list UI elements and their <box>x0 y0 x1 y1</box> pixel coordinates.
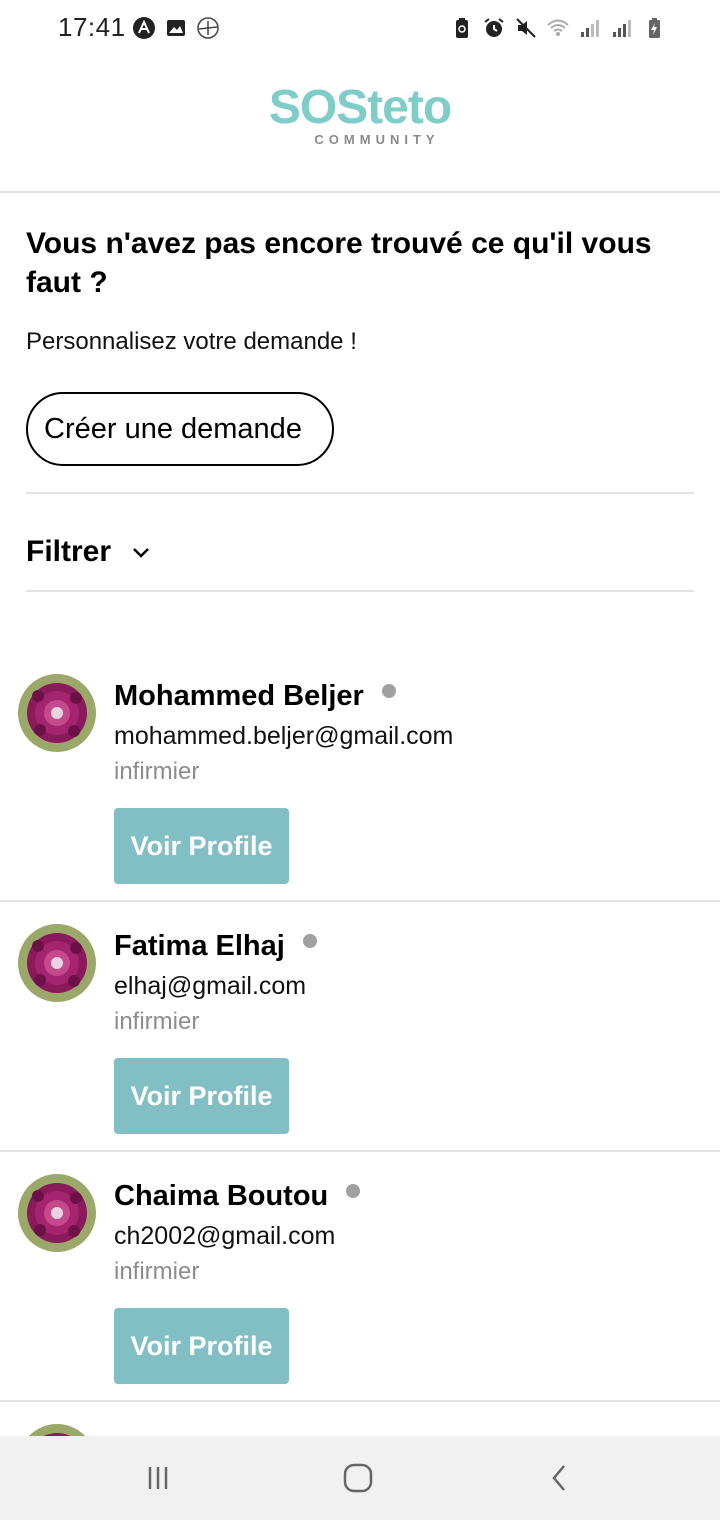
user-name: Mohammed Beljer <box>114 680 364 712</box>
user-role: infirmier <box>114 1008 200 1035</box>
app-a-icon <box>133 17 155 39</box>
chevron-down-icon <box>133 548 149 558</box>
avatar[interactable] <box>18 674 96 752</box>
user-card: Chaima Boutou ch2002@gmail.com infirmier… <box>0 1152 720 1402</box>
gallery-icon <box>167 20 185 36</box>
alarm-icon <box>484 18 504 37</box>
presence-dot <box>302 934 317 948</box>
user-name: Fatima Elhaj <box>114 930 285 962</box>
avatar[interactable] <box>18 924 96 1002</box>
user-list: Mohammed Beljer mohammed.beljer@gmail.co… <box>0 652 720 1442</box>
user-email: ch2002@gmail.com <box>114 1222 336 1250</box>
battery-saver-icon <box>456 18 468 38</box>
request-section: Vous n'avez pas encore trouvé ce qu'il v… <box>26 224 694 466</box>
create-request-button[interactable]: Créer une demande <box>26 392 334 466</box>
flower-avatar-image <box>18 924 96 1002</box>
user-email: mohammed.beljer@gmail.com <box>114 722 454 750</box>
filter-toggle[interactable]: Filtrer <box>26 530 153 574</box>
logo-sub-text: COMMUNITY <box>314 132 440 147</box>
aircraft-icon <box>197 17 219 39</box>
user-role: infirmier <box>114 1258 200 1285</box>
divider <box>26 492 694 494</box>
view-profile-button[interactable]: Voir Profile <box>114 1058 289 1134</box>
presence-dot <box>346 1184 361 1198</box>
battery-charging-icon <box>649 18 660 38</box>
presence-dot <box>381 684 396 698</box>
logo-main-text: SOSteto <box>268 81 452 134</box>
user-email: elhaj@gmail.com <box>114 972 307 1000</box>
divider <box>26 590 694 592</box>
home-icon[interactable] <box>336 1458 380 1498</box>
system-nav-bar <box>0 1436 720 1520</box>
user-card: Mohammed Beljer mohammed.beljer@gmail.co… <box>0 652 720 902</box>
request-title: Vous n'avez pas encore trouvé ce qu'il v… <box>26 227 652 299</box>
recent-apps-icon[interactable] <box>136 1458 180 1498</box>
view-profile-button[interactable]: Voir Profile <box>114 1308 289 1384</box>
filter-label: Filtrer <box>26 535 112 568</box>
back-icon[interactable] <box>538 1458 582 1498</box>
user-role: infirmier <box>114 758 200 785</box>
request-subtitle: Personnalisez votre demande ! <box>26 328 357 355</box>
user-name: Chaima Boutou <box>114 1180 329 1212</box>
signal-icon <box>581 20 599 37</box>
app-header: SOSteto COMMUNITY <box>0 56 720 193</box>
status-time: 17:41 <box>58 12 126 42</box>
flower-avatar-image <box>18 1174 96 1252</box>
signal-icon <box>613 20 631 37</box>
user-card: Fatima Elhaj elhaj@gmail.com infirmier V… <box>0 902 720 1152</box>
avatar[interactable] <box>18 1174 96 1252</box>
wifi-icon <box>547 19 569 36</box>
view-profile-button[interactable]: Voir Profile <box>114 808 289 884</box>
flower-avatar-image <box>18 674 96 752</box>
mute-icon <box>516 18 536 38</box>
sosteto-logo: SOSteto COMMUNITY <box>0 81 720 148</box>
status-bar: 17:41 <box>0 0 720 56</box>
